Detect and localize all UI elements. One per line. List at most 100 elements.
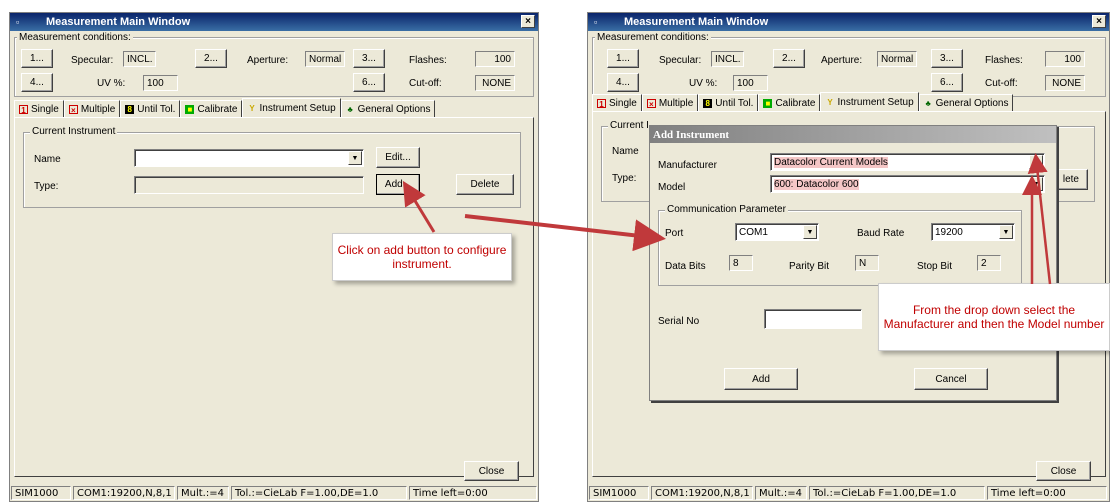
baud-rate-label: Baud Rate [857,228,905,239]
data-bits-value: 8 [729,255,753,271]
status-device: SIM1000 [11,486,71,500]
specular-label: Specular: [659,55,702,66]
cutoff-label: Cut-off: [409,78,442,89]
close-button[interactable]: Close [1036,461,1091,481]
tab-general-options[interactable]: ♣ General Options [340,100,436,117]
status-port: COM1:19200,N,8,1 [73,486,175,500]
parity-bit-value: N [855,255,879,271]
condition-1-button[interactable]: 1... [21,49,53,68]
condition-2-button[interactable]: 2... [195,49,227,68]
multiple-icon: × [68,104,78,115]
single-icon: 1 [597,98,606,109]
port-dropdown[interactable]: COM1 ▼ [735,223,819,241]
title-bar: ▫ Measurement Main Window × [10,13,538,31]
chevron-down-icon[interactable]: ▼ [1029,155,1043,169]
condition-6-button[interactable]: 6... [931,73,963,92]
group-label: Current I [608,120,651,131]
general-options-icon: ♣ [925,98,931,108]
delete-button[interactable]: Delete [456,174,514,195]
baud-rate-dropdown[interactable]: 19200 ▼ [931,223,1015,241]
group-label: Current Instrument [30,126,118,137]
tab-until-tol[interactable]: 8 Until Tol. [120,100,181,117]
chevron-down-icon[interactable]: ▼ [999,225,1013,239]
tab-general-options[interactable]: ♣ General Options [918,94,1014,111]
measurement-conditions-group: Measurement conditions: 1... Specular: I… [14,32,534,97]
aperture-value: Normal [305,51,345,67]
model-dropdown[interactable]: 600: Datacolor 600 ▼ [770,175,1045,193]
dialog-title: Add Instrument [650,126,1056,143]
group-label: Measurement conditions: [17,32,133,43]
uv-label: UV %: [97,78,126,89]
condition-6-button[interactable]: 6... [353,73,385,92]
name-label: Name [612,146,639,157]
type-label: Type: [34,181,59,192]
instrument-setup-icon: Y [249,103,255,113]
cutoff-value: NONE [475,75,515,91]
tab-multiple[interactable]: × Multiple [63,100,121,117]
type-field [134,176,364,194]
condition-3-button[interactable]: 3... [353,49,385,68]
group-label: Communication Parameter [665,204,788,215]
measurement-conditions-group: Measurement conditions: 1... Specular: I… [592,32,1106,97]
add-button[interactable]: Add... [376,174,420,195]
tab-instrument-setup[interactable]: Y Instrument Setup [242,98,341,117]
title-bar: ▫ Measurement Main Window × [588,13,1109,31]
flashes-value: 100 [475,51,515,67]
callout-left: Click on add button to configure instrum… [332,233,512,281]
calibrate-icon: ■ [763,98,773,108]
close-button[interactable]: Close [464,461,519,481]
callout-right: From the drop down select the Manufactur… [878,283,1110,351]
status-time-left: Time left=0:00 [409,486,537,500]
status-port: COM1:19200,N,8,1 [651,486,753,500]
name-dropdown[interactable]: ▼ [134,149,364,167]
aperture-label: Aperture: [247,55,289,66]
dialog-cancel-button[interactable]: Cancel [914,368,988,390]
status-mult: Mult.:=4 [177,486,229,500]
tab-calibrate[interactable]: ■ Calibrate [180,100,243,117]
tab-single[interactable]: 1 Single [14,100,64,117]
flashes-value: 100 [1045,51,1085,67]
flashes-label: Flashes: [409,55,447,66]
dialog-add-button[interactable]: Add [724,368,798,390]
serial-no-input[interactable] [764,309,862,329]
tab-calibrate[interactable]: ■ Calibrate [758,94,821,111]
chevron-down-icon[interactable]: ▼ [1029,177,1043,191]
aperture-label: Aperture: [821,55,863,66]
parity-bit-label: Parity Bit [789,261,830,272]
tab-strip: 1 Single × Multiple 8 Until Tol. ■ Calibrate… [14,98,436,117]
specular-label: Specular: [71,55,114,66]
condition-1-button[interactable]: 1... [607,49,639,68]
status-tolerance: Tol.:=CieLab F=1.00,DE=1.0 [809,486,985,500]
status-time-left: Time left=0:00 [987,486,1107,500]
communication-parameter-group: Communication Parameter Port COM1 ▼ Baud … [658,204,1022,286]
tab-instrument-setup[interactable]: Y Instrument Setup [820,92,919,111]
multiple-icon: × [646,98,656,109]
condition-3-button[interactable]: 3... [931,49,963,68]
chevron-down-icon[interactable]: ▼ [803,225,817,239]
measurement-main-window-left: ▫ Measurement Main Window × Measurement … [9,12,539,502]
manufacturer-dropdown[interactable]: Datacolor Current Models ▼ [770,153,1045,171]
cutoff-label: Cut-off: [985,78,1018,89]
general-options-icon: ♣ [347,104,353,114]
window-close-button[interactable]: × [1092,15,1106,28]
tab-single[interactable]: 1 Single [592,94,642,111]
group-label: Measurement conditions: [595,32,711,43]
tab-until-tol[interactable]: 8 Until Tol. [698,94,759,111]
window-close-button[interactable]: × [521,15,535,28]
tab-strip: 1 Single × Multiple 8 Until Tol. ■ Calibrate… [592,92,1014,111]
condition-4-button[interactable]: 4... [21,73,53,92]
add-instrument-dialog: Add Instrument Manufacturer Datacolor Cu… [649,125,1057,401]
type-label: Type: [612,173,637,184]
serial-no-label: Serial No [658,316,700,327]
status-bar: SIM1000 COM1:19200,N,8,1 Mult.:=4 Tol.:=… [588,485,1109,501]
stop-bit-value: 2 [977,255,1001,271]
condition-4-button[interactable]: 4... [607,73,639,92]
chevron-down-icon[interactable]: ▼ [348,151,362,165]
status-device: SIM1000 [589,486,649,500]
condition-2-button[interactable]: 2... [773,49,805,68]
edit-button[interactable]: Edit... [376,147,420,168]
app-icon: ▫ [594,17,598,27]
instrument-setup-icon: Y [827,97,833,107]
name-label: Name [34,154,61,165]
tab-multiple[interactable]: × Multiple [641,94,699,111]
